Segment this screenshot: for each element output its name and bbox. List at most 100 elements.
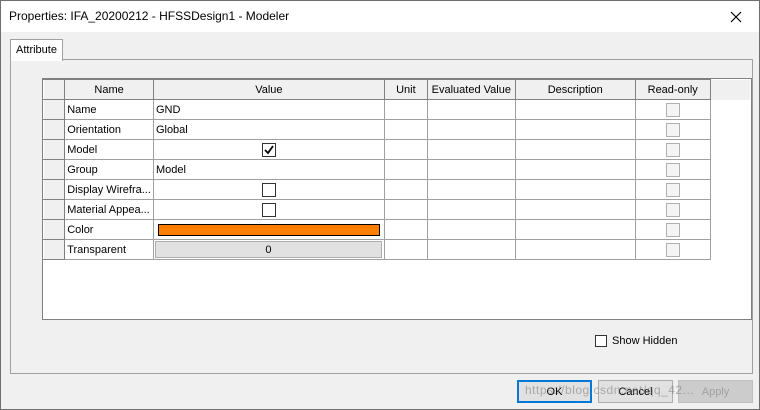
- corner-cell: [42, 79, 66, 100]
- property-description[interactable]: [514, 199, 636, 220]
- property-unit[interactable]: [383, 199, 428, 220]
- table-row[interactable]: Material Appea...: [42, 199, 751, 220]
- show-hidden-option[interactable]: Show Hidden: [595, 335, 677, 347]
- property-name[interactable]: Orientation: [64, 119, 154, 140]
- table-row[interactable]: Transparent 0: [42, 239, 751, 260]
- property-evaluated-value: [426, 179, 516, 200]
- color-swatch[interactable]: [157, 223, 380, 236]
- table-row[interactable]: Name GND: [42, 99, 751, 120]
- property-description[interactable]: [514, 239, 636, 260]
- property-unit[interactable]: [383, 219, 428, 240]
- property-value: [152, 219, 385, 240]
- property-description[interactable]: [514, 99, 636, 120]
- read-only-checkbox: [665, 182, 680, 197]
- row-header[interactable]: [42, 199, 66, 220]
- property-description[interactable]: [514, 159, 636, 180]
- row-header[interactable]: [42, 219, 66, 240]
- read-only-cell: [634, 199, 711, 220]
- property-name[interactable]: Display Wirefra...: [64, 179, 154, 200]
- property-unit[interactable]: [383, 179, 428, 200]
- property-name[interactable]: Transparent: [64, 239, 154, 260]
- read-only-checkbox: [665, 142, 680, 157]
- tab-attribute[interactable]: Attribute: [10, 39, 63, 61]
- property-description[interactable]: [514, 219, 636, 240]
- material-appearance-checkbox[interactable]: [261, 202, 276, 217]
- row-header[interactable]: [42, 139, 66, 160]
- table-row[interactable]: Group Model: [42, 159, 751, 180]
- properties-grid: Name Value Unit Evaluated Value Descript…: [42, 78, 752, 320]
- read-only-checkbox: [665, 222, 680, 237]
- read-only-checkbox: [665, 122, 680, 137]
- attribute-panel: Name Value Unit Evaluated Value Descript…: [10, 59, 753, 374]
- col-header-value[interactable]: Value: [152, 79, 385, 100]
- row-header[interactable]: [42, 179, 66, 200]
- read-only-checkbox: [665, 162, 680, 177]
- transparency-button[interactable]: 0: [154, 241, 382, 258]
- col-header-unit[interactable]: Unit: [383, 79, 428, 100]
- property-name[interactable]: Group: [64, 159, 154, 180]
- property-value: [152, 139, 385, 160]
- row-header[interactable]: [42, 159, 66, 180]
- property-evaluated-value: [426, 119, 516, 140]
- read-only-cell: [634, 219, 711, 240]
- col-header-evaluated-value[interactable]: Evaluated Value: [426, 79, 516, 100]
- read-only-cell: [634, 99, 711, 120]
- read-only-checkbox: [665, 102, 680, 117]
- col-header-read-only[interactable]: Read-only: [634, 79, 711, 100]
- properties-dialog: Properties: IFA_20200212 - HFSSDesign1 -…: [0, 0, 760, 410]
- property-name[interactable]: Name: [64, 99, 154, 120]
- read-only-checkbox: [665, 202, 680, 217]
- property-description[interactable]: [514, 179, 636, 200]
- display-wireframe-checkbox[interactable]: [261, 182, 276, 197]
- property-description[interactable]: [514, 139, 636, 160]
- close-icon: [730, 11, 742, 22]
- property-evaluated-value: [426, 159, 516, 180]
- property-value: [152, 179, 385, 200]
- property-name[interactable]: Model: [64, 139, 154, 160]
- read-only-checkbox: [665, 242, 680, 257]
- property-evaluated-value: [426, 219, 516, 240]
- show-hidden-checkbox[interactable]: [595, 335, 607, 347]
- ok-button[interactable]: OK: [517, 380, 592, 403]
- read-only-cell: [634, 159, 711, 180]
- col-header-spacer: [710, 79, 751, 100]
- properties-table: Name Value Unit Evaluated Value Descript…: [42, 79, 751, 260]
- property-value[interactable]: Global: [152, 119, 385, 140]
- property-evaluated-value: [426, 99, 516, 120]
- row-header[interactable]: [42, 239, 66, 260]
- read-only-cell: [634, 119, 711, 140]
- property-evaluated-value: [426, 199, 516, 220]
- property-evaluated-value: [426, 139, 516, 160]
- header-row: Name Value Unit Evaluated Value Descript…: [42, 79, 751, 100]
- property-unit[interactable]: [383, 99, 428, 120]
- property-name[interactable]: Material Appea...: [64, 199, 154, 220]
- table-row[interactable]: Color: [42, 219, 751, 240]
- close-button[interactable]: [713, 1, 759, 32]
- read-only-cell: [634, 239, 711, 260]
- cancel-button[interactable]: Cancel: [598, 380, 673, 403]
- property-unit[interactable]: [383, 159, 428, 180]
- model-checkbox[interactable]: [261, 142, 276, 157]
- window-title: Properties: IFA_20200212 - HFSSDesign1 -…: [9, 9, 290, 23]
- title-bar[interactable]: Properties: IFA_20200212 - HFSSDesign1 -…: [1, 1, 759, 32]
- row-header[interactable]: [42, 99, 66, 120]
- property-value[interactable]: Model: [152, 159, 385, 180]
- property-value[interactable]: GND: [152, 99, 385, 120]
- property-name[interactable]: Color: [64, 219, 154, 240]
- table-row[interactable]: Display Wirefra...: [42, 179, 751, 200]
- col-header-name[interactable]: Name: [64, 79, 154, 100]
- property-unit[interactable]: [383, 119, 428, 140]
- row-header[interactable]: [42, 119, 66, 140]
- table-row[interactable]: Orientation Global: [42, 119, 751, 140]
- read-only-cell: [634, 179, 711, 200]
- property-value: 0: [152, 239, 385, 260]
- property-description[interactable]: [514, 119, 636, 140]
- property-unit[interactable]: [383, 139, 428, 160]
- read-only-cell: [634, 139, 711, 160]
- table-row[interactable]: Model: [42, 139, 751, 160]
- show-hidden-label: Show Hidden: [612, 335, 678, 347]
- apply-button: Apply: [678, 380, 753, 403]
- property-unit[interactable]: [383, 239, 428, 260]
- property-evaluated-value: [426, 239, 516, 260]
- col-header-description[interactable]: Description: [514, 79, 636, 100]
